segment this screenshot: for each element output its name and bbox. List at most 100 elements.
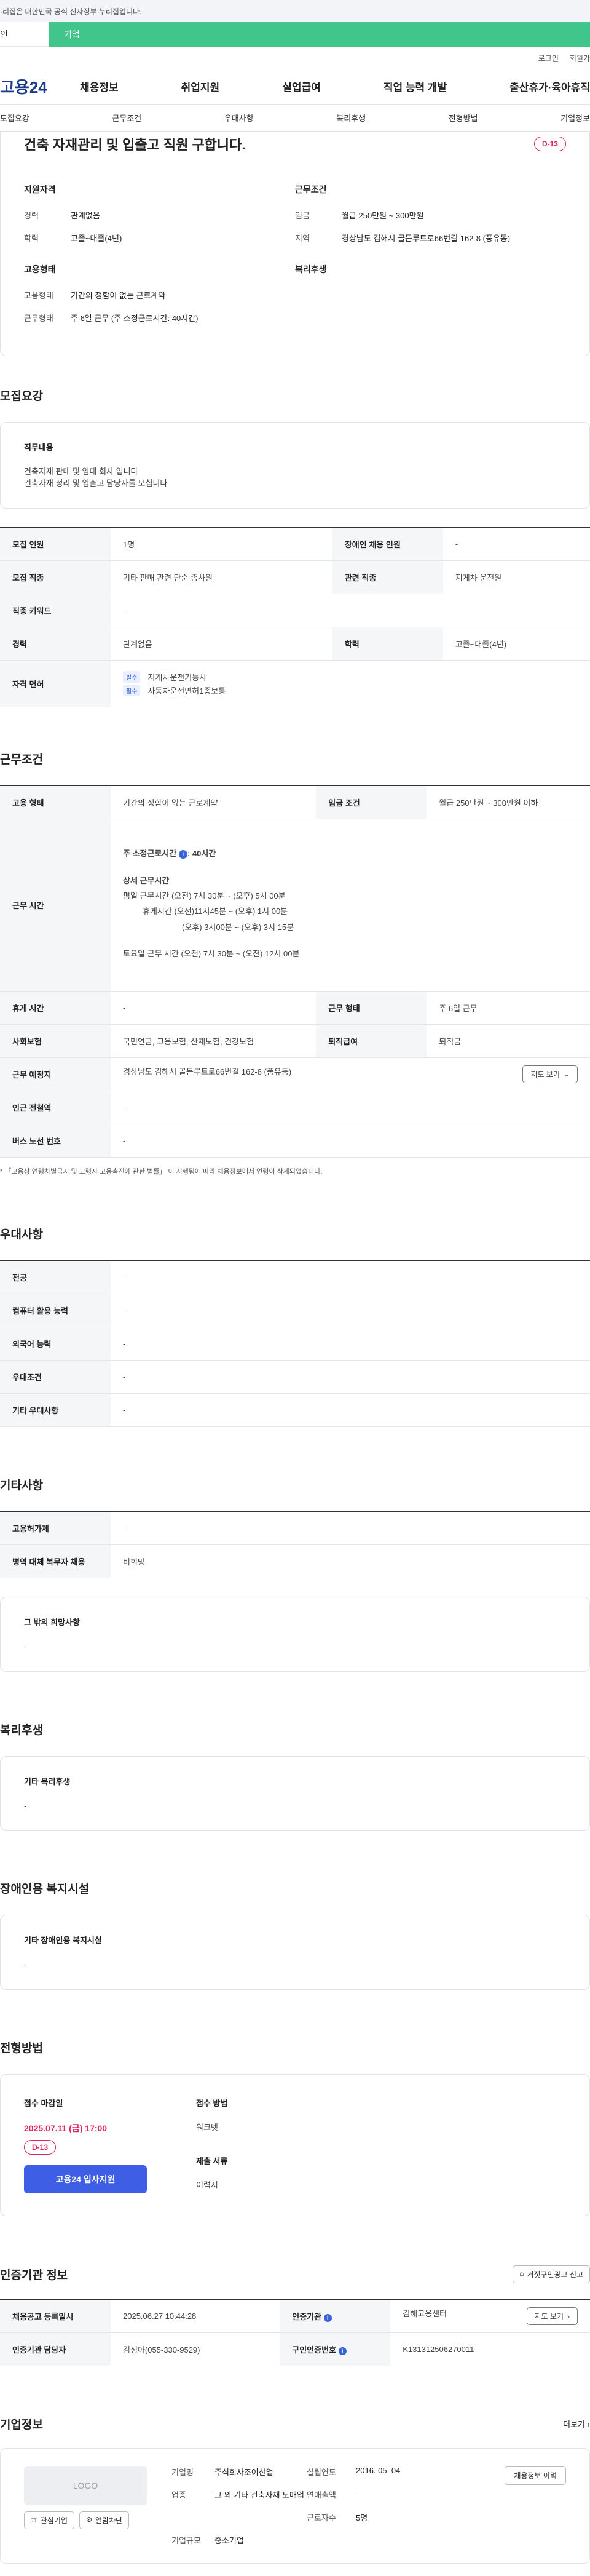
anchor-work[interactable]: 근무조건 (112, 112, 141, 124)
place-cell: 경상남도 김해시 골든루트로66번길 162-8 (풍유동) 지도 보기 ⌄ (111, 1057, 590, 1091)
value: - (111, 1511, 590, 1545)
value: 그 외 기타 건축자재 도매업 (214, 2491, 305, 2500)
value: - (111, 1294, 590, 1327)
cond-heading: 근무조건 (295, 185, 327, 194)
label: 모집 직종 (0, 560, 111, 594)
table-row: 전공 - (0, 1260, 590, 1294)
apply-box: 접수 마감일 2025.07.11 (금) 17:00 D-13 고용24 입사… (0, 2074, 590, 2217)
map-button[interactable]: 지도 보기 ⌄ (522, 1065, 578, 1083)
disabled-box: 기타 장애인용 복지시설 - (0, 1915, 590, 1990)
wish-heading: 그 밖의 희망사항 (24, 1617, 80, 1627)
duty-heading: 직무내용 (24, 443, 53, 452)
site-logo[interactable]: 고용24 (0, 75, 74, 98)
anchor-welfare[interactable]: 복리후생 (336, 112, 366, 124)
company-logo: LOGO (24, 2466, 147, 2506)
license-name: 자동차운전면허1종보통 (148, 686, 226, 696)
work-time-cell: 주 소정근로시간 i: 40시간 상세 근무시간 평일 근무시간 (오전) 7시… (111, 819, 590, 992)
label: 근로자수 (307, 2513, 336, 2523)
report-button[interactable]: ⌂ 거짓구인광고 신고 (513, 2265, 590, 2284)
history-button[interactable]: 채용정보 이력 (505, 2466, 566, 2486)
label: 사회보험 (0, 1024, 111, 1058)
corp-box: LOGO ☆ 관심기업 ⊘ 열람차단 기업명 주식회사조이산업 설립연도 2016. 0… (0, 2448, 590, 2564)
table-row: 외국어 능력 - (0, 1327, 590, 1361)
tab-corporate[interactable]: 기업 (49, 22, 590, 47)
fav-button[interactable]: ☆ 관심기업 (24, 2511, 74, 2530)
anchor-pref[interactable]: 우대사항 (224, 112, 254, 124)
label: 근무 형태 (316, 991, 427, 1025)
value: - (111, 594, 590, 627)
label: 기업명 (171, 2468, 194, 2478)
block-button[interactable]: ⊘ 열람차단 (79, 2511, 130, 2530)
anchor-recruit[interactable]: 모집요강 (0, 112, 30, 124)
table-row: 병역 대체 복무자 채용 비희망 (0, 1544, 590, 1578)
util-links: 로그인 회원가 (0, 47, 590, 69)
nav-job-support[interactable]: 취업지원 (181, 79, 220, 94)
info-icon[interactable]: i (178, 849, 187, 859)
map-button[interactable]: 지도 보기 › (526, 2307, 578, 2326)
label: 퇴직급여 (316, 1024, 427, 1058)
label: 연매출액 (307, 2491, 336, 2500)
nav-unemployment[interactable]: 실업급여 (282, 79, 321, 94)
label: 장애인 채용 인원 (332, 527, 443, 561)
pref-table: 전공 - 컴퓨터 활용 능력 - 외국어 능력 - 우대조건 - 기타 우대사항 - (0, 1260, 590, 1427)
label: 버스 노선 번호 (0, 1124, 111, 1158)
org-cell: 김해고용센터 지도 보기 › (390, 2299, 590, 2334)
apply-button[interactable]: 고용24 입사지원 (24, 2165, 147, 2194)
map-button-label: 지도 보기 (530, 1070, 560, 1079)
value: 관계없음 (71, 211, 100, 220)
value: 경상남도 김해시 골든루트로66번길 162-8 (풍유동) (123, 1067, 292, 1076)
duty-box: 직무내용 건축자재 판매 및 임대 회사 입니다 건축자재 정리 및 입출고 담… (0, 422, 590, 509)
label: 학력 (332, 627, 443, 661)
tab-personal[interactable]: 인 (0, 22, 49, 47)
signup-link[interactable]: 회원가 (570, 53, 590, 63)
chevron-down-icon: ⌄ (563, 1070, 570, 1079)
required-tag: 필수 (123, 684, 141, 696)
label: 학력 (24, 234, 39, 243)
label: 임금 (295, 211, 310, 220)
license-name: 지게차운전기능사 (148, 672, 207, 682)
detail-heading: 상세 근무시간 (123, 875, 170, 885)
label: 관련 직종 (332, 560, 443, 594)
anchor-corp[interactable]: 기업정보 (560, 112, 590, 124)
nav-training[interactable]: 직업 능력 개발 (384, 79, 447, 94)
nav-parental-leave[interactable]: 출산휴가·육아휴직 (509, 79, 590, 94)
dday-badge: D-13 (24, 2140, 57, 2155)
work-time-line: 평일 근무시간 (오전) 7시 30분 ~ (오후) 5시 00분 (123, 891, 286, 900)
table-row: 근무 시간 주 소정근로시간 i: 40시간 상세 근무시간 평일 근무시간 (… (0, 819, 590, 992)
info-icon[interactable]: i (323, 2314, 332, 2323)
welfare-heading: 복리후생 (295, 264, 327, 274)
corp-title: 기업정보 (0, 2419, 43, 2432)
block-button-label: 열람차단 (95, 2516, 123, 2526)
deadline-value: 2025.07.11 (금) 17:00 (24, 2123, 108, 2134)
qual-heading: 지원자격 (24, 185, 56, 194)
label-text: 구인인증번호 (292, 2345, 336, 2355)
more-link[interactable]: 더보기 › (563, 2418, 590, 2430)
value: 비희망 (111, 1544, 590, 1578)
value: 지게차 운전원 (442, 560, 590, 594)
job-title: 건축 자재관리 및 입출고 직원 구합니다. (24, 137, 246, 153)
table-row: 자격 면허 필수 지게차운전기능사 필수 자동차운전면허1종보통 (0, 660, 590, 707)
value: 1명 (111, 527, 332, 561)
table-row: 인근 전철역 - (0, 1091, 590, 1124)
chevron-right-icon: › (567, 2312, 570, 2321)
etc-table: 고용허가제 - 병역 대체 복무자 채용 비희망 (0, 1511, 590, 1578)
section-anchor-tabs: 모집요강 근무조건 우대사항 복리후생 전형방법 기업정보 (0, 105, 590, 132)
value: - (111, 1393, 590, 1427)
label: 근무형태 (24, 314, 53, 323)
value: 주 6일 근무 (주 소정근로시간: 40시간) (71, 314, 199, 323)
welfare-title: 복리후생 (0, 1723, 43, 1737)
anchor-apply[interactable]: 전형방법 (449, 112, 478, 124)
table-row: 모집 인원 1명 장애인 채용 인원 - (0, 527, 590, 561)
nav-jobs[interactable]: 채용정보 (80, 79, 119, 94)
login-link[interactable]: 로그인 (538, 53, 559, 63)
label: 고용형태 (24, 291, 53, 300)
value: 관계없음 (111, 627, 332, 661)
table-row: 근무 예정지 경상남도 김해시 골든루트로66번길 162-8 (풍유동) 지도… (0, 1057, 590, 1091)
table-row: 사회보험 국민연금, 고용보험, 산재보험, 건강보험 퇴직급여 퇴직금 (0, 1024, 590, 1058)
value: 국민연금, 고용보험, 산재보험, 건강보험 (111, 1024, 317, 1058)
info-icon[interactable]: i (338, 2347, 347, 2356)
disabled-heading: 기타 장애인용 복지시설 (24, 1936, 102, 1946)
fav-button-label: 관심기업 (40, 2516, 68, 2526)
method-value: 워크넷 (196, 2123, 218, 2133)
value: 주식회사조이산업 (214, 2468, 273, 2478)
